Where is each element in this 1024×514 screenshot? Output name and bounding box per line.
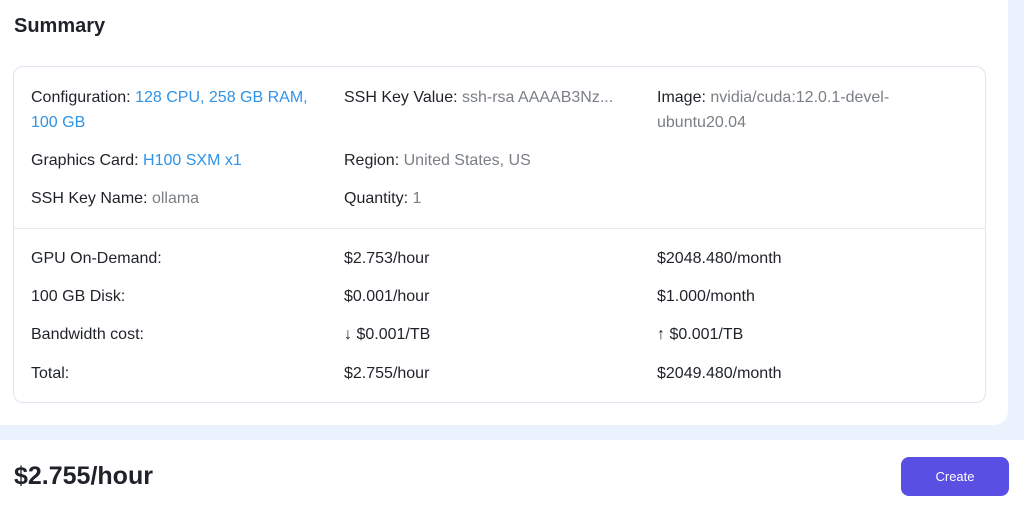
image-label: Image: <box>657 89 706 106</box>
total-price: $2.755/hour <box>14 462 153 490</box>
summary-title: Summary <box>14 15 106 37</box>
summary-panel: Summary Configuration: 128 CPU, 258 GB R… <box>0 0 1008 425</box>
cost-label: 100 GB Disk: <box>31 288 126 305</box>
configuration-field: Configuration: 128 CPU, 258 GB RAM, 100 … <box>31 85 331 135</box>
region-label: Region: <box>344 152 400 169</box>
cost-monthly: ↑ $0.001/TB <box>657 326 744 343</box>
image-field: Image: nvidia/cuda:12.0.1-devel-ubuntu20… <box>657 85 927 135</box>
ssh-key-name-label: SSH Key Name: <box>31 190 148 207</box>
card-divider <box>14 228 985 229</box>
ssh-key-value-label: SSH Key Value: <box>344 89 458 106</box>
cost-hourly: $0.001/hour <box>344 288 430 305</box>
region-value: United States, US <box>403 152 531 169</box>
graphics-card-field: Graphics Card: H100 SXM x1 <box>31 148 331 173</box>
quantity-value: 1 <box>412 190 422 207</box>
graphics-card-label: Graphics Card: <box>31 152 139 169</box>
quantity-field: Quantity: 1 <box>344 186 644 211</box>
cost-monthly: $2049.480/month <box>657 365 782 382</box>
cost-hourly: ↓ $0.001/TB <box>344 326 431 343</box>
cost-hourly: $2.753/hour <box>344 250 430 267</box>
footer-bar <box>0 440 1024 514</box>
cost-label: Bandwidth cost: <box>31 326 144 343</box>
region-field: Region: United States, US <box>344 148 644 173</box>
cost-monthly: $2048.480/month <box>657 250 782 267</box>
create-button[interactable]: Create <box>901 457 1009 496</box>
cost-hourly: $2.755/hour <box>344 365 430 382</box>
cost-label: Total: <box>31 365 70 382</box>
ssh-key-value-field: SSH Key Value: ssh-rsa AAAAB3Nz... <box>344 85 644 110</box>
summary-card: Configuration: 128 CPU, 258 GB RAM, 100 … <box>13 66 986 403</box>
cost-label: GPU On-Demand: <box>31 250 162 267</box>
ssh-key-name-field: SSH Key Name: ollama <box>31 186 331 211</box>
cost-monthly: $1.000/month <box>657 288 755 305</box>
ssh-key-name-value: ollama <box>151 190 200 207</box>
configuration-label: Configuration: <box>31 89 131 106</box>
graphics-card-value: H100 SXM x1 <box>143 152 242 169</box>
ssh-key-value-value: ssh-rsa AAAAB3Nz... <box>462 89 614 106</box>
quantity-label: Quantity: <box>344 190 409 207</box>
